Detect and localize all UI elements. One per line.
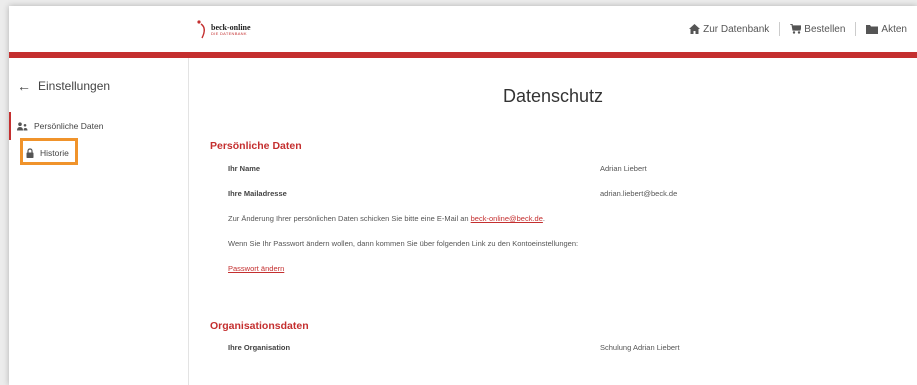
organisation-label: Ihre Organisation [228, 343, 291, 352]
sidebar-item-label: Persönliche Daten [34, 121, 104, 131]
app-window: beck-online DIE DATENBANK Zur Datenbank … [9, 6, 917, 385]
logo-sub-text: DIE DATENBANK [211, 31, 247, 36]
section-heading-persoenliche-daten: Persönliche Daten [210, 140, 302, 152]
main-content: Datenschutz Persönliche Daten Ihr Name A… [189, 58, 917, 385]
sidebar-title: Einstellungen [38, 79, 111, 93]
organisation-value: Schulung Adrian Liebert [600, 343, 680, 352]
change-data-text: Zur Änderung Ihrer persönlichen Daten sc… [228, 214, 545, 223]
name-value: Adrian Liebert [600, 164, 647, 173]
mail-label: Ihre Mailadresse [228, 189, 287, 198]
top-nav: Zur Datenbank Bestellen Akten [679, 22, 907, 36]
logo-mark-icon [197, 19, 209, 41]
home-icon [689, 24, 701, 34]
top-bar: beck-online DIE DATENBANK Zur Datenbank … [9, 6, 917, 58]
arrow-left-icon: ← [17, 78, 31, 94]
page-title: Datenschutz [502, 86, 604, 106]
name-label: Ihr Name [228, 164, 261, 173]
beck-online-logo[interactable]: beck-online DIE DATENBANK [197, 19, 251, 41]
change-password-link[interactable]: Passwort ändern [228, 264, 284, 273]
section-heading-organisationsdaten: Organisationsdaten [210, 320, 309, 332]
folder-icon [866, 25, 879, 34]
users-icon [17, 121, 28, 130]
change-data-end: . [542, 214, 545, 223]
sidebar-item-persoenliche-daten[interactable]: Persönliche Daten [9, 112, 103, 140]
bestellen-link[interactable]: Bestellen [780, 24, 855, 35]
mail-value: adrian.liebert@beck.de [600, 189, 678, 198]
highlight-annotation [20, 138, 78, 165]
bestellen-label: Bestellen [804, 23, 846, 35]
sidebar: ← Einstellungen Persönliche Daten Histor… [9, 58, 189, 385]
akten-link[interactable]: Akten [856, 24, 907, 35]
support-email-link[interactable]: beck-online@beck.de [471, 214, 543, 223]
zur-datenbank-label: Zur Datenbank [703, 23, 770, 35]
cart-icon [790, 24, 802, 34]
change-data-sentence: Zur Änderung Ihrer persönlichen Daten sc… [228, 214, 469, 223]
zur-datenbank-link[interactable]: Zur Datenbank [679, 24, 779, 35]
password-info-text: Wenn Sie Ihr Passwort ändern wollen, dan… [228, 239, 579, 248]
back-to-einstellungen[interactable]: ← Einstellungen [17, 78, 110, 94]
akten-label: Akten [881, 23, 907, 35]
